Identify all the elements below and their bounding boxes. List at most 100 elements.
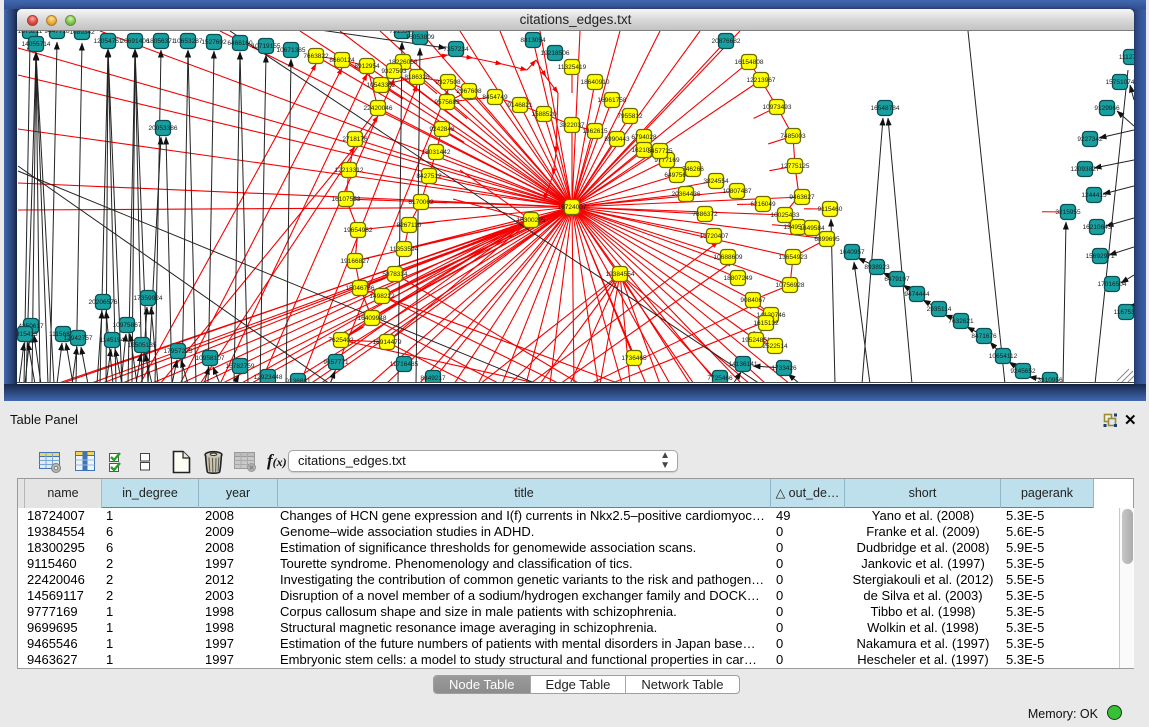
svg-text:6479197: 6479197 (884, 276, 910, 283)
svg-text:1167533: 1167533 (1114, 309, 1134, 316)
svg-text:1527602: 1527602 (201, 39, 227, 46)
svg-text:8938923: 8938923 (864, 264, 890, 271)
svg-text:8427512: 8427512 (416, 173, 442, 180)
svg-text:9447718: 9447718 (44, 31, 70, 35)
svg-text:15692971: 15692971 (1086, 253, 1115, 260)
svg-text:8170062: 8170062 (408, 199, 434, 206)
svg-text:16961758: 16961758 (598, 97, 627, 104)
svg-text:3310956: 3310956 (1037, 377, 1063, 383)
svg-text:5878334: 5878334 (382, 271, 408, 278)
svg-text:7625402: 7625402 (328, 337, 354, 344)
svg-text:9575685: 9575685 (434, 99, 460, 106)
svg-text:19384554: 19384554 (606, 271, 635, 278)
svg-text:10807487: 10807487 (723, 188, 752, 195)
svg-text:16409948: 16409948 (358, 315, 387, 322)
svg-text:3215955: 3215955 (1055, 209, 1081, 216)
svg-text:7357234: 7357234 (443, 46, 469, 53)
svg-text:3822037: 3822037 (559, 122, 585, 129)
svg-text:14055714: 14055714 (22, 41, 51, 48)
svg-text:20206576: 20206576 (89, 299, 118, 306)
svg-text:746266: 746266 (682, 166, 704, 173)
svg-text:16210643: 16210643 (1083, 224, 1112, 231)
svg-text:10653287: 10653287 (174, 38, 203, 45)
svg-text:19218506: 19218506 (541, 50, 570, 57)
svg-text:8454749: 8454749 (482, 94, 508, 101)
svg-text:12213312: 12213312 (335, 167, 364, 174)
svg-text:9136881: 9136881 (285, 378, 311, 383)
svg-text:18640910: 18640910 (581, 79, 610, 86)
svg-text:18056371: 18056371 (147, 38, 176, 45)
svg-text:9115460: 9115460 (818, 206, 843, 213)
svg-text:18807249: 18807249 (724, 275, 753, 282)
svg-text:1736465: 1736465 (621, 355, 647, 362)
svg-text:15046786: 15046786 (346, 285, 375, 292)
svg-text:16548784: 16548784 (871, 105, 900, 112)
svg-text:15751074: 15751074 (1106, 79, 1134, 86)
svg-text:20364436: 20364436 (672, 191, 701, 198)
svg-text:1588520: 1588520 (531, 111, 557, 118)
svg-text:7955812: 7955812 (617, 113, 643, 120)
svg-text:11716485: 11716485 (390, 361, 419, 368)
svg-text:10025433: 10025433 (771, 212, 800, 219)
svg-text:1349584: 1349584 (799, 225, 825, 232)
svg-text:12213967: 12213967 (747, 77, 776, 84)
svg-text:2967608: 2967608 (456, 88, 482, 95)
svg-text:8186328: 8186328 (404, 74, 430, 81)
svg-text:8267110: 8267110 (397, 222, 422, 229)
svg-text:12923448: 12923448 (254, 374, 283, 381)
svg-text:1873211: 1873211 (18, 31, 43, 35)
svg-text:7725466: 7725466 (707, 375, 733, 382)
svg-text:17359924: 17359924 (134, 295, 163, 302)
svg-text:10975867: 10975867 (113, 322, 142, 329)
svg-text:22420046: 22420046 (364, 105, 393, 112)
svg-text:6899695: 6899695 (814, 236, 840, 243)
svg-text:18031442: 18031442 (422, 149, 451, 156)
svg-text:1498222: 1498222 (369, 293, 395, 300)
svg-text:12093827: 12093827 (1071, 166, 1100, 173)
svg-text:6794028: 6794028 (631, 134, 657, 141)
svg-text:10688609: 10688609 (714, 254, 743, 261)
svg-text:9084067: 9084067 (740, 297, 766, 304)
svg-text:9242848: 9242848 (429, 126, 455, 133)
svg-text:11353594: 11353594 (390, 246, 419, 253)
svg-text:8471676: 8471676 (971, 333, 997, 340)
svg-text:1112794: 1112794 (1119, 54, 1134, 61)
svg-text:8660124: 8660124 (329, 57, 355, 64)
svg-text:12505135: 12505135 (128, 342, 157, 349)
svg-text:7485003: 7485003 (780, 133, 806, 140)
svg-text:10973493: 10973493 (763, 104, 792, 111)
svg-text:9657771: 9657771 (323, 359, 349, 366)
svg-text:16154808: 16154808 (735, 59, 764, 66)
svg-text:10543362: 10543362 (367, 82, 396, 89)
svg-text:8990443: 8990443 (604, 136, 630, 143)
svg-text:1733426: 1733426 (771, 365, 797, 372)
svg-text:9327503: 9327503 (381, 68, 407, 75)
svg-text:9129966: 9129966 (1094, 105, 1120, 112)
svg-text:3457725: 3457725 (647, 148, 673, 155)
svg-text:9146821: 9146821 (507, 102, 533, 109)
svg-text:19654982: 19654982 (344, 227, 373, 234)
svg-text:19166827: 19166827 (341, 258, 370, 265)
svg-text:7663822: 7663822 (303, 53, 329, 60)
svg-text:1615132: 1615132 (753, 320, 779, 327)
svg-text:9245652: 9245652 (1010, 368, 1036, 375)
svg-text:1362615: 1362615 (582, 128, 608, 135)
svg-text:8349217: 8349217 (420, 375, 446, 382)
svg-text:13654923: 13654923 (779, 254, 808, 261)
svg-text:2522514: 2522514 (762, 343, 788, 350)
svg-text:16782759: 16782759 (226, 363, 255, 370)
svg-text:8813054: 8813054 (520, 37, 546, 44)
svg-text:1640957: 1640957 (839, 249, 865, 256)
svg-text:15720407: 15720407 (700, 233, 729, 240)
svg-text:6216049: 6216049 (750, 201, 776, 208)
svg-text:2935114: 2935114 (927, 306, 952, 313)
svg-text:20876682: 20876682 (712, 38, 741, 45)
svg-text:18724007: 18724007 (558, 204, 587, 211)
svg-text:7632621: 7632621 (948, 318, 974, 325)
svg-text:17016504: 17016504 (1098, 281, 1127, 288)
svg-text:9474444: 9474444 (904, 291, 930, 298)
svg-text:16107553: 16107553 (332, 196, 361, 203)
svg-text:16053809: 16053809 (406, 34, 435, 41)
svg-text:8912954: 8912954 (354, 63, 380, 70)
svg-text:12775125: 12775125 (781, 163, 810, 170)
